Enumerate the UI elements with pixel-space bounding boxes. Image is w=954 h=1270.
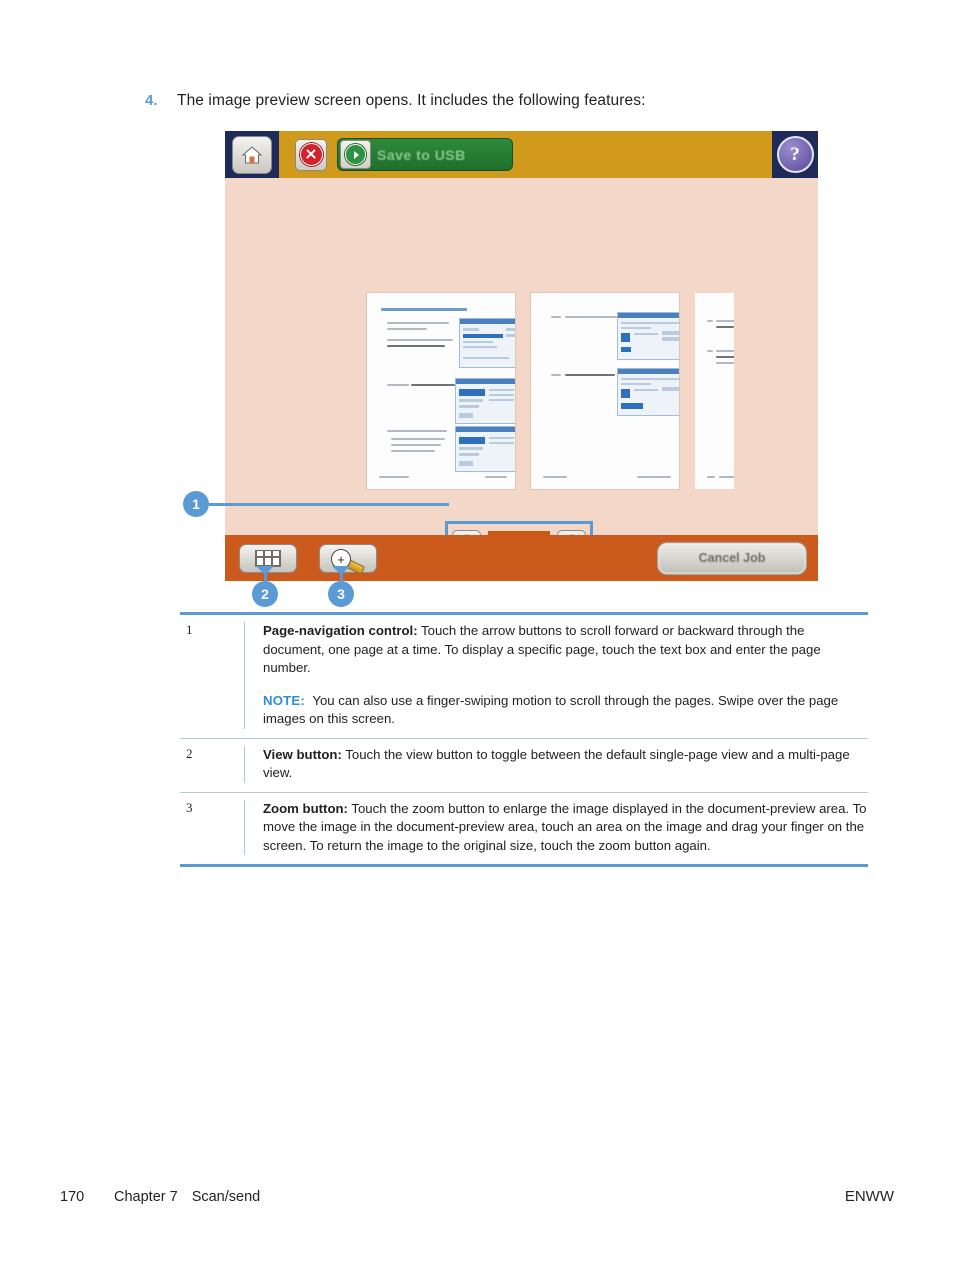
row-description: Page-navigation control: Touch the arrow… (244, 622, 868, 729)
table-row: 1 Page-navigation control: Touch the arr… (180, 615, 868, 738)
device-bottom-toolbar: + Cancel Job (225, 535, 818, 581)
thumbnail-content (541, 302, 679, 480)
step-text: The image preview screen opens. It inclu… (177, 92, 646, 109)
device-toolbar: Save to USB ? (225, 131, 818, 178)
thumbnail-content (377, 302, 515, 480)
callout-3: 3 (328, 581, 354, 607)
callout-1-leader-line (209, 503, 449, 506)
feature-description-table: 1 Page-navigation control: Touch the arr… (180, 612, 868, 867)
row-text: Touch the zoom button to enlarge the ima… (263, 800, 867, 853)
step-instruction: 4. The image preview screen opens. It in… (145, 92, 885, 110)
home-icon (241, 145, 263, 163)
note-label: NOTE: (263, 692, 306, 708)
footer-enww: ENWW (844, 1188, 894, 1205)
next-page-button[interactable] (557, 529, 586, 535)
device-preview-screen: Save to USB ? + Cancel Job (225, 131, 818, 581)
callout-2-pointer (256, 566, 274, 575)
page-thumbnail[interactable] (531, 293, 679, 489)
row-number: 1 (186, 622, 193, 637)
row-title: Zoom button: (263, 800, 348, 816)
page-thumbnail[interactable] (367, 293, 515, 489)
footer-chapter: Chapter 7 (114, 1189, 178, 1205)
document-preview-area[interactable]: 1, 2 of 3 (225, 178, 818, 535)
start-button-label: Save to USB (377, 146, 466, 163)
table-row: 3 Zoom button: Touch the zoom button to … (180, 793, 868, 865)
page-navigation-row: 1, 2 (452, 529, 586, 535)
torn-edge-icon (734, 293, 747, 489)
stop-button[interactable] (295, 138, 327, 171)
help-button-panel: ? (772, 131, 818, 178)
row-text: Touch the view button to toggle between … (263, 746, 850, 781)
row-title: View button: (263, 746, 342, 762)
footer-page-number: 170 (60, 1189, 85, 1205)
chevron-right-icon (561, 533, 582, 535)
magnifier-plus-icon: + (331, 549, 366, 575)
row-note: NOTE: You can also use a finger-swiping … (263, 692, 868, 729)
step-number: 4. (145, 92, 158, 109)
callout-2: 2 (252, 581, 278, 607)
start-save-to-usb-button[interactable]: Save to USB (337, 138, 513, 171)
table-bottom-rule (180, 864, 868, 867)
footer-section: Scan/send (191, 1189, 261, 1205)
home-button-panel (225, 131, 279, 178)
page-thumbnail-list (367, 293, 747, 489)
help-button[interactable]: ? (776, 136, 814, 173)
row-number: 2 (186, 745, 193, 761)
page-navigation-control[interactable]: 1, 2 of 3 (445, 521, 593, 535)
stop-icon (299, 143, 323, 166)
row-number: 3 (186, 799, 193, 815)
row-description: View button: Touch the view button to to… (244, 745, 868, 783)
page-footer: 170 Chapter 7 Scan/send ENWW (60, 1188, 894, 1205)
page-number-input[interactable]: 1, 2 (488, 531, 550, 535)
start-icon-box (340, 140, 371, 169)
table-row: 2 View button: Touch the view button to … (180, 739, 868, 792)
previous-page-button[interactable] (452, 529, 481, 535)
grid-view-icon (255, 549, 281, 567)
home-button[interactable] (232, 135, 272, 174)
chevron-left-icon (456, 533, 477, 535)
note-text: You can also use a finger-swiping motion… (263, 692, 839, 727)
row-title: Page-navigation control: (263, 623, 418, 638)
thumbnail-content (705, 302, 740, 480)
page-thumbnail-partial[interactable] (695, 293, 747, 489)
row-description: Zoom button: Touch the zoom button to en… (244, 799, 868, 855)
callout-3-pointer (332, 566, 350, 575)
callout-1: 1 (183, 491, 209, 517)
cancel-job-button[interactable]: Cancel Job (658, 542, 806, 574)
start-icon (345, 144, 366, 165)
